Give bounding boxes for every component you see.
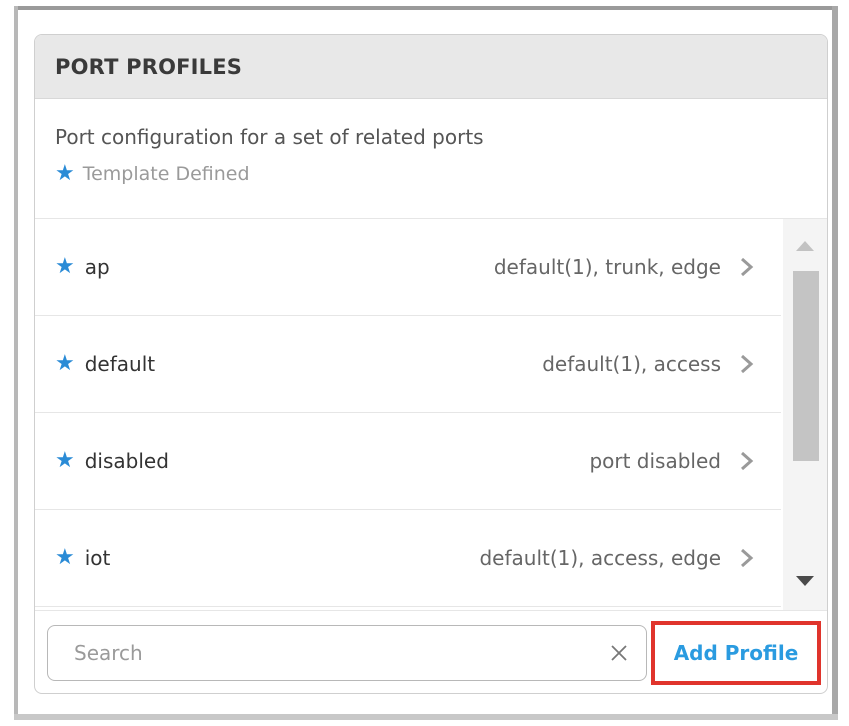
profile-list: ★ ap default(1), trunk, edge ★ default d… [35,219,781,610]
profile-row-iot[interactable]: ★ iot default(1), access, edge [35,510,781,607]
description-text: Port configuration for a set of related … [55,125,484,149]
star-icon: ★ [55,351,75,376]
profile-row-disabled[interactable]: ★ disabled port disabled [35,413,781,510]
frame-shadow [14,714,838,720]
arrow-up-icon[interactable] [796,241,814,251]
profile-row-default[interactable]: ★ default default(1), access [35,316,781,413]
panel-description: Port configuration for a set of related … [35,99,827,219]
scrollbar-thumb[interactable] [793,271,819,461]
profile-name-label: ap [84,255,110,279]
frame-shadow [832,6,838,720]
profile-detail: port disabled [589,449,721,473]
legend-label: Template Defined [82,163,250,185]
chevron-right-icon [741,451,754,471]
profile-name-label: iot [84,546,111,570]
screenshot-frame: PORT PROFILES Port configuration for a s… [0,0,849,726]
profile-row-ap[interactable]: ★ ap default(1), trunk, edge [35,219,781,316]
profile-detail: default(1), access, edge [479,546,721,570]
profile-detail: default(1), access [542,352,721,376]
profile-name: ★ ap [55,255,110,279]
list-scrollbar[interactable] [783,219,827,610]
star-icon: ★ [55,161,75,186]
arrow-down-icon[interactable] [796,576,814,586]
profile-name: ★ iot [55,546,110,570]
profile-name: ★ disabled [55,449,169,473]
panel-title: PORT PROFILES [55,54,243,79]
search-input[interactable] [72,640,610,666]
profile-name: ★ default [55,352,155,376]
profile-list-container: ★ ap default(1), trunk, edge ★ default d… [35,219,827,610]
profile-detail: default(1), trunk, edge [493,255,721,279]
chevron-right-icon [741,354,754,374]
star-icon: ★ [55,254,75,279]
profile-name-label: disabled [84,449,169,473]
panel-footer: Add Profile [35,610,827,693]
star-icon: ★ [55,545,75,570]
chevron-right-icon [741,257,754,277]
template-legend: ★ Template Defined [55,161,827,186]
add-profile-button[interactable]: Add Profile [651,621,821,685]
star-icon: ★ [55,448,75,473]
panel-header: PORT PROFILES [35,35,827,99]
profile-name-label: default [84,352,156,376]
search-box [47,625,647,681]
chevron-right-icon [741,548,754,568]
port-profiles-panel: PORT PROFILES Port configuration for a s… [34,34,828,694]
close-icon[interactable] [610,644,628,662]
